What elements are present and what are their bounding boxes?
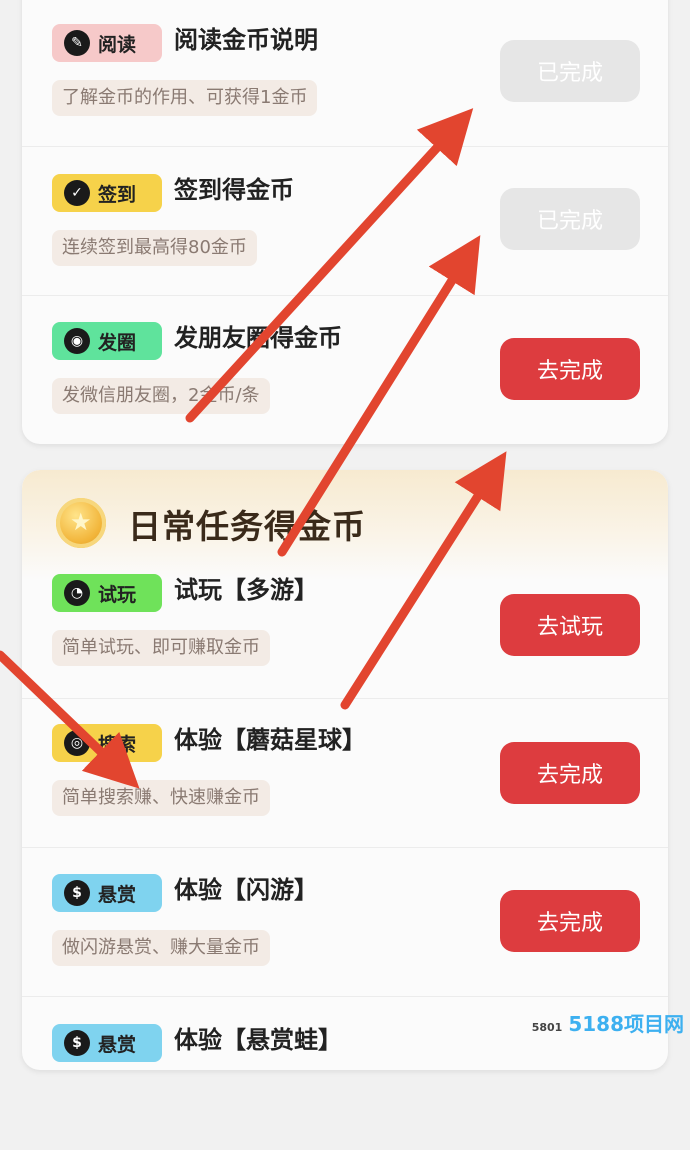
task-title: 体验【悬赏蛙】 <box>174 1026 342 1054</box>
completed-button[interactable]: 已完成 <box>500 40 640 102</box>
task-title: 体验【蘑菇星球】 <box>174 726 366 754</box>
task-row: ◉ 发圈 发朋友圈得金币 发微信朋友圈，2金币/条 去完成 <box>22 298 668 448</box>
task-title: 发朋友圈得金币 <box>174 324 342 352</box>
camera-aperture-icon: ◉ <box>64 328 90 354</box>
coin-icon: ★ <box>56 498 106 548</box>
money-bag-icon: $ <box>64 880 90 906</box>
pacman-icon: ◔ <box>64 580 90 606</box>
task-title: 试玩【多游】 <box>174 576 318 604</box>
task-title: 签到得金币 <box>174 176 294 204</box>
task-row: ✎ 阅读 阅读金币说明 了解金币的作用、可获得1金币 已完成 <box>22 0 668 150</box>
book-icon: ✎ <box>64 30 90 56</box>
task-row: ✓ 签到 签到得金币 连续签到最高得80金币 已完成 <box>22 150 668 300</box>
divider <box>22 698 668 699</box>
divider <box>22 295 668 296</box>
task-desc: 发微信朋友圈，2金币/条 <box>52 378 270 414</box>
money-bag-icon: $ <box>64 1030 90 1056</box>
search-icon: ◎ <box>64 730 90 756</box>
tag-read: ✎ 阅读 <box>52 24 162 62</box>
go-complete-button[interactable]: 去完成 <box>500 890 640 952</box>
task-title: 体验【闪游】 <box>174 876 318 904</box>
task-desc: 做闪游悬赏、赚大量金币 <box>52 930 270 966</box>
task-row: $ 悬赏 体验【闪游】 做闪游悬赏、赚大量金币 去完成 <box>22 850 668 1000</box>
task-desc: 了解金币的作用、可获得1金币 <box>52 80 318 116</box>
task-desc: 连续签到最高得80金币 <box>52 230 257 266</box>
daily-title: 日常任务得金币 <box>128 507 366 546</box>
divider <box>22 847 668 848</box>
task-row: ◎ 搜索 体验【蘑菇星球】 简单搜索赚、快速赚金币 去完成 <box>22 700 668 850</box>
task-row: ◔ 试玩 试玩【多游】 简单试玩、即可赚取金币 去试玩 <box>22 550 668 700</box>
calendar-check-icon: ✓ <box>64 180 90 206</box>
tag-reward: $ 悬赏 <box>52 874 162 912</box>
go-trial-button[interactable]: 去试玩 <box>500 594 640 656</box>
divider <box>22 146 668 147</box>
tag-moments: ◉ 发圈 <box>52 322 162 360</box>
divider <box>22 996 668 997</box>
tag-signin: ✓ 签到 <box>52 174 162 212</box>
go-complete-button[interactable]: 去完成 <box>500 742 640 804</box>
go-complete-button[interactable]: 去完成 <box>500 338 640 400</box>
watermark: 5801 5188项目网 <box>531 1012 684 1036</box>
completed-button[interactable]: 已完成 <box>500 188 640 250</box>
task-desc: 简单试玩、即可赚取金币 <box>52 630 270 666</box>
tag-search: ◎ 搜索 <box>52 724 162 762</box>
task-desc: 简单搜索赚、快速赚金币 <box>52 780 270 816</box>
task-title: 阅读金币说明 <box>174 26 318 54</box>
tag-trial: ◔ 试玩 <box>52 574 162 612</box>
tag-reward: $ 悬赏 <box>52 1024 162 1062</box>
